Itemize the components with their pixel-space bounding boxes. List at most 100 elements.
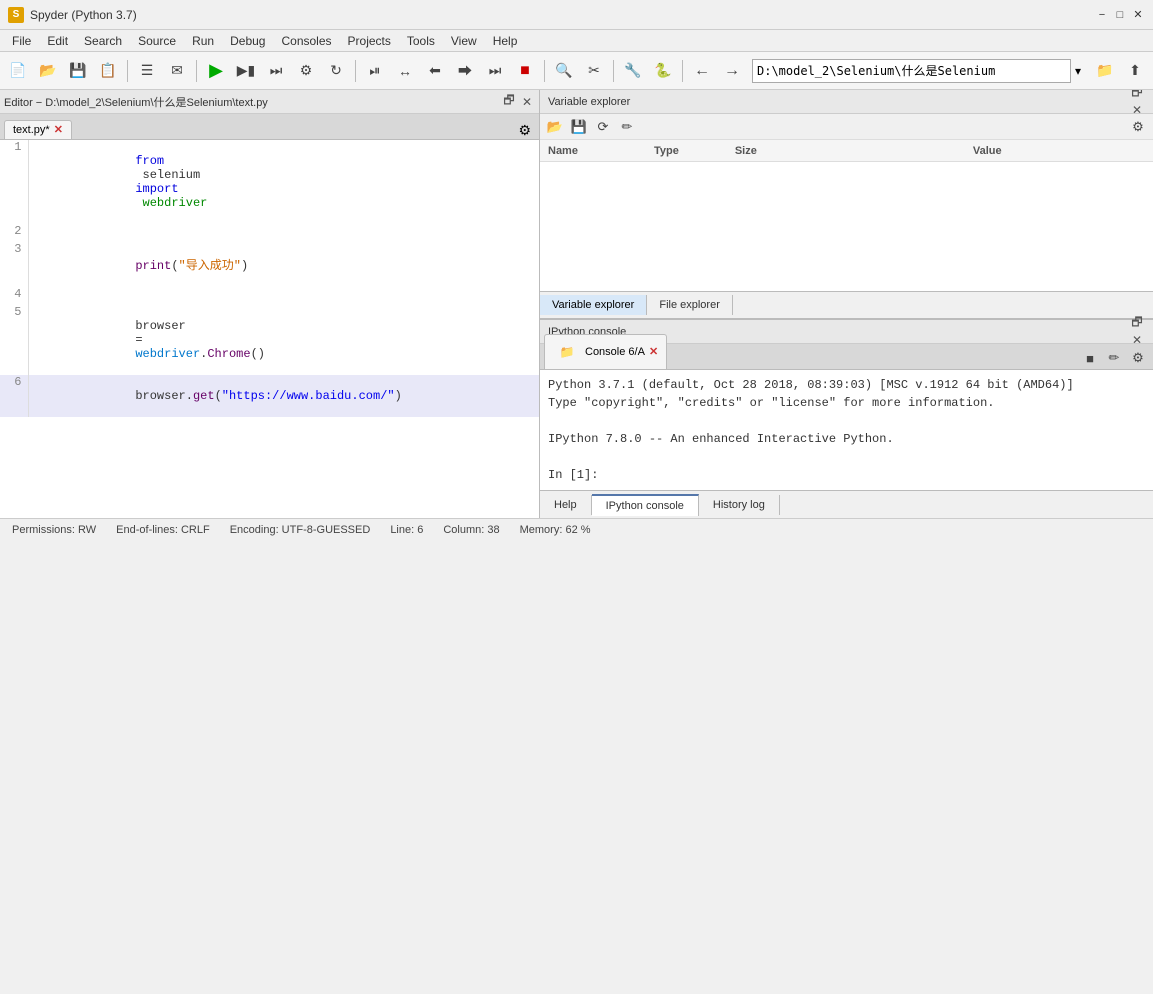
editor-tab-gear-icon[interactable]: ⚙ [514,122,535,139]
nav-path-input[interactable] [752,59,1071,83]
var-toolbar: 📂 💾 ⟳ ✏ ⚙ [540,114,1153,140]
line-content-6[interactable]: browser.get("https://www.baidu.com/") [28,375,539,417]
editor-tab-text-py[interactable]: text.py* ✕ [4,120,72,139]
step-into-button[interactable]: ⬅ [421,57,449,85]
minimize-button[interactable]: − [1095,8,1109,22]
menu-projects[interactable]: Projects [340,32,399,50]
save-file-button[interactable]: 💾 [64,57,92,85]
cn-webdriver: webdriver [135,196,207,210]
menu-file[interactable]: File [4,32,39,50]
editor-header: Editor − D:\model_2\Selenium\什么是Selenium… [0,90,539,114]
code-line-6: 6 browser.get("https://www.baidu.com/") [0,375,539,417]
menu-help[interactable]: Help [485,32,526,50]
ipython-line-4: IPython 7.8.0 -- An enhanced Interactive… [548,430,1145,448]
code-line-1: 1 from selenium import webdriver [0,140,539,224]
debug-button[interactable]: ⚙ [292,57,320,85]
nav-back-button[interactable]: ← [688,57,716,85]
console-toolbar: ■ ✏ ⚙ [1079,347,1149,369]
editor-body[interactable]: 1 from selenium import webdriver 2 [0,140,539,518]
nav-folder-button[interactable]: 📁 [1091,57,1119,85]
code-line-4: 4 [0,287,539,305]
menu-view[interactable]: View [443,32,485,50]
menu-source[interactable]: Source [130,32,184,50]
menu-run[interactable]: Run [184,32,222,50]
str-import: "导入成功" [179,259,241,273]
menu-consoles[interactable]: Consoles [273,32,339,50]
stop-button[interactable]: ■ [511,57,539,85]
empty-parens: () [251,347,265,361]
editor-restore-button[interactable]: 🗗 [501,94,517,110]
new-file-button[interactable]: 📄 [4,57,32,85]
menu-debug[interactable]: Debug [222,32,273,50]
save-copy-button[interactable]: 📋 [94,57,122,85]
run-cell-advance-button[interactable]: ⏭ [262,57,290,85]
line-num-1: 1 [0,140,28,224]
menu-edit[interactable]: Edit [39,32,76,50]
console-tab-close[interactable]: ✕ [649,347,658,358]
tab-file-explorer[interactable]: File explorer [647,295,733,315]
var-save-button[interactable]: 💾 [568,116,590,138]
obj-webdriver: webdriver [135,347,200,361]
status-bar: Permissions: RW End-of-lines: CRLF Encod… [0,518,1153,540]
bottom-tab-ipython[interactable]: IPython console [592,494,699,516]
panels: Editor − D:\model_2\Selenium\什么是Selenium… [0,90,1153,518]
ipython-tab-console[interactable]: 📁 Console 6/A ✕ [544,334,667,369]
step-out-button[interactable]: ⏭ [481,57,509,85]
console-edit-button[interactable]: ✏ [1103,347,1125,369]
tab-close-icon[interactable]: ✕ [54,125,63,136]
editor-title: Editor − D:\model_2\Selenium\什么是Selenium… [4,94,501,110]
console-tab-label: Console 6/A [585,346,645,358]
tab-variable-explorer[interactable]: Variable explorer [540,295,647,315]
line-content-4[interactable] [28,287,539,305]
mail-button[interactable]: ✉ [163,57,191,85]
nav-dropdown-button[interactable]: ▾ [1071,64,1085,78]
line-content-1[interactable]: from selenium import webdriver [28,140,539,224]
run-button[interactable]: ▶ [202,57,230,85]
bottom-tab-help[interactable]: Help [540,495,592,515]
var-body [540,162,1153,291]
menu-tools[interactable]: Tools [399,32,443,50]
var-edit-button[interactable]: ✏ [616,116,638,138]
menu-search[interactable]: Search [76,32,130,50]
step-over-button[interactable]: ⮕ [451,57,479,85]
console-settings-button[interactable]: ⚙ [1127,347,1149,369]
var-import-button[interactable]: 📂 [544,116,566,138]
maximize-button[interactable]: □ [1113,8,1127,22]
nav-up-button[interactable]: ⬆ [1121,57,1149,85]
app-title: Spyder (Python 3.7) [30,8,1095,22]
debug-continue-button[interactable]: ↔ [391,57,419,85]
debug-step-button[interactable]: ↻ [322,57,350,85]
ipython-restore-button[interactable]: 🗗 [1129,316,1145,332]
line-content-3[interactable]: print("导入成功") [28,242,539,287]
replace-button[interactable]: ✂ [580,57,608,85]
open-file-button[interactable]: 📂 [34,57,62,85]
nav-forward-button[interactable]: → [718,57,746,85]
toolbar-sep-3 [355,60,356,82]
var-refresh-button[interactable]: ⟳ [592,116,614,138]
tab-label: text.py* [13,124,50,136]
breakpoint-button[interactable]: ⏯ [361,57,389,85]
close-button[interactable]: ✕ [1131,8,1145,22]
run-cell-button[interactable]: ▶▮ [232,57,260,85]
right-panel: Variable explorer 🗗 ✕ 📂 💾 ⟳ ✏ ⚙ Name Typ… [540,90,1153,518]
format-button[interactable]: ☰ [133,57,161,85]
nav-area: ▾ [752,59,1085,83]
assign: = [135,333,149,347]
console-stop-button[interactable]: ■ [1079,347,1101,369]
editor-tabs: text.py* ✕ ⚙ [0,114,539,140]
fn-print: print [135,259,171,273]
status-line-endings: End-of-lines: CRLF [116,524,210,536]
find-button[interactable]: 🔍 [550,57,578,85]
paren-open: ( [171,259,178,273]
line-content-5[interactable]: browser = webdriver.Chrome() [28,305,539,375]
editor-close-button[interactable]: ✕ [519,94,535,110]
python-button[interactable]: 🐍 [649,57,677,85]
preferences-button[interactable]: 🔧 [619,57,647,85]
title-bar: S Spyder (Python 3.7) − □ ✕ [0,0,1153,30]
line-content-2[interactable] [28,224,539,242]
ipython-body[interactable]: Python 3.7.1 (default, Oct 28 2018, 08:3… [540,370,1153,490]
var-restore-button[interactable]: 🗗 [1129,90,1145,102]
var-settings-icon[interactable]: ⚙ [1127,116,1149,138]
paren-close: ) [241,259,248,273]
bottom-tab-history[interactable]: History log [699,495,780,515]
